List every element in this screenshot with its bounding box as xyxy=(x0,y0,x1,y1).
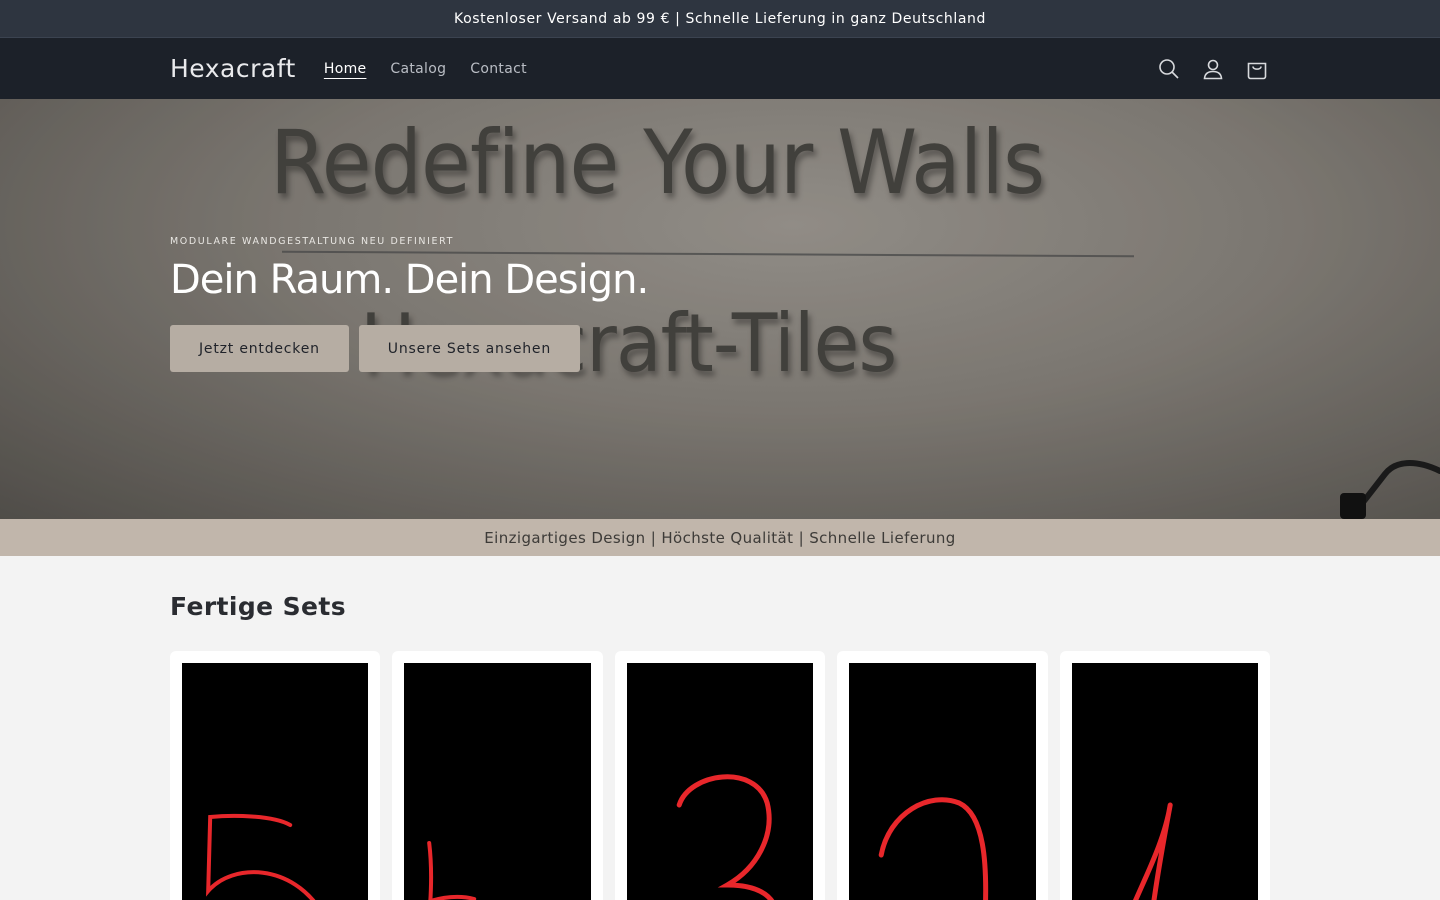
product-image xyxy=(1071,663,1258,900)
discover-button[interactable]: Jetzt entdecken xyxy=(170,325,349,372)
product-image xyxy=(849,663,1036,900)
product-card-5[interactable] xyxy=(170,651,381,900)
hero-eyebrow: MODULARE WANDGESTALTUNG NEU DEFINIERT xyxy=(170,236,455,247)
hero-buttons: Jetzt entdecken Unsere Sets ansehen xyxy=(170,325,648,372)
product-card-2[interactable] xyxy=(837,651,1048,900)
announcement-text: Kostenloser Versand ab 99 € | Schnelle L… xyxy=(453,10,986,27)
product-card-3[interactable] xyxy=(614,651,826,900)
features-strip: Einzigartiges Design | Höchste Qualität … xyxy=(0,519,1440,556)
account-icon[interactable] xyxy=(1200,56,1226,82)
sets-section: Fertige Sets xyxy=(0,556,1440,900)
view-sets-button[interactable]: Unsere Sets ansehen xyxy=(358,325,580,372)
handwritten-number-1 xyxy=(1132,802,1173,900)
product-image xyxy=(626,663,814,900)
nav-home[interactable]: Home xyxy=(324,61,367,77)
features-text: Einzigartiges Design | Höchste Qualität … xyxy=(484,528,956,547)
product-card-4[interactable] xyxy=(392,651,603,900)
site-header: Hexacraft Home Catalog Contact xyxy=(0,38,1440,99)
hero-banner: Redefine Your Walls Hexacraft-Tiles MODU… xyxy=(0,99,1440,519)
nav-catalog[interactable]: Catalog xyxy=(390,61,446,77)
product-image xyxy=(182,663,369,900)
hero-content: MODULARE WANDGESTALTUNG NEU DEFINIERT De… xyxy=(170,236,649,372)
search-icon[interactable] xyxy=(1156,56,1182,82)
handwritten-number-2 xyxy=(878,797,989,900)
handwritten-number-5 xyxy=(206,813,316,900)
handwritten-number-4 xyxy=(427,841,477,900)
lamp-image xyxy=(1340,460,1440,519)
nav-contact[interactable]: Contact xyxy=(470,61,527,77)
hero-title: Dein Raum. Dein Design. xyxy=(170,257,649,303)
handwritten-number-3 xyxy=(676,774,775,900)
product-grid xyxy=(170,651,1270,900)
sets-title: Fertige Sets xyxy=(170,592,347,621)
product-image xyxy=(404,663,591,900)
logo[interactable]: Hexacraft xyxy=(170,54,296,83)
product-card-1[interactable] xyxy=(1059,651,1270,900)
announcement-bar: Kostenloser Versand ab 99 € | Schnelle L… xyxy=(0,0,1440,38)
main-nav: Home Catalog Contact xyxy=(324,61,527,77)
header-icons xyxy=(1156,56,1270,82)
cart-icon[interactable] xyxy=(1244,56,1270,82)
